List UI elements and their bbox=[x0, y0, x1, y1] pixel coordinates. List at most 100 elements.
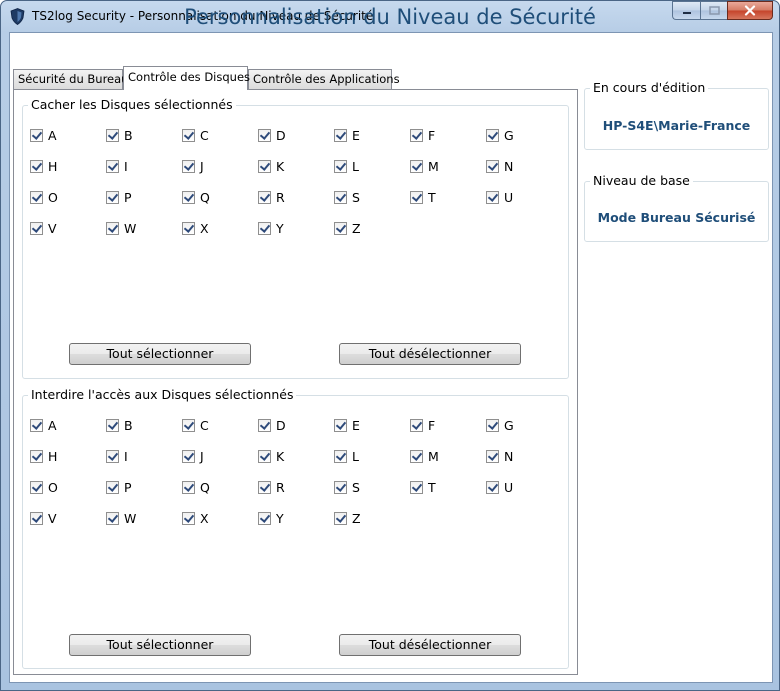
checkmark-icon[interactable] bbox=[30, 480, 43, 494]
checkmark-icon[interactable] bbox=[182, 480, 195, 494]
checkmark-icon[interactable] bbox=[106, 480, 119, 494]
deny-drive-f-checkbox[interactable]: F bbox=[410, 417, 435, 433]
deny-drive-m-checkbox[interactable]: M bbox=[410, 448, 439, 464]
deny-drive-w-checkbox[interactable]: W bbox=[106, 510, 136, 526]
deny-drive-h-checkbox[interactable]: H bbox=[30, 448, 57, 464]
deny-drive-y-checkbox[interactable]: Y bbox=[258, 510, 284, 526]
checkmark-icon[interactable] bbox=[30, 511, 43, 525]
checkmark-icon[interactable] bbox=[334, 128, 347, 142]
checkmark-icon[interactable] bbox=[106, 221, 119, 235]
hide-drive-n-checkbox[interactable]: N bbox=[486, 158, 513, 174]
hide-drive-q-checkbox[interactable]: Q bbox=[182, 189, 210, 205]
checkmark-icon[interactable] bbox=[486, 190, 499, 204]
checkmark-icon[interactable] bbox=[258, 128, 271, 142]
checkmark-icon[interactable] bbox=[486, 128, 499, 142]
checkmark-icon[interactable] bbox=[30, 190, 43, 204]
deny-drive-l-checkbox[interactable]: L bbox=[334, 448, 359, 464]
checkmark-icon[interactable] bbox=[30, 159, 43, 173]
checkmark-icon[interactable] bbox=[334, 159, 347, 173]
hide-drive-f-checkbox[interactable]: F bbox=[410, 127, 435, 143]
checkmark-icon[interactable] bbox=[258, 159, 271, 173]
hide-drive-e-checkbox[interactable]: E bbox=[334, 127, 360, 143]
checkmark-icon[interactable] bbox=[182, 190, 195, 204]
deny-drive-j-checkbox[interactable]: J bbox=[182, 448, 204, 464]
checkmark-icon[interactable] bbox=[30, 418, 43, 432]
checkmark-icon[interactable] bbox=[258, 190, 271, 204]
hide-drive-r-checkbox[interactable]: R bbox=[258, 189, 285, 205]
hide-drive-g-checkbox[interactable]: G bbox=[486, 127, 514, 143]
hide-drive-d-checkbox[interactable]: D bbox=[258, 127, 286, 143]
checkmark-icon[interactable] bbox=[182, 511, 195, 525]
checkmark-icon[interactable] bbox=[106, 159, 119, 173]
deny-drive-i-checkbox[interactable]: I bbox=[106, 448, 128, 464]
deny-deselect-all-button[interactable]: Tout désélectionner bbox=[339, 634, 521, 656]
checkmark-icon[interactable] bbox=[486, 449, 499, 463]
deny-drive-u-checkbox[interactable]: U bbox=[486, 479, 513, 495]
hide-drive-y-checkbox[interactable]: Y bbox=[258, 220, 284, 236]
checkmark-icon[interactable] bbox=[486, 418, 499, 432]
checkmark-icon[interactable] bbox=[410, 449, 423, 463]
checkmark-icon[interactable] bbox=[30, 221, 43, 235]
deny-drive-n-checkbox[interactable]: N bbox=[486, 448, 513, 464]
hide-drive-x-checkbox[interactable]: X bbox=[182, 220, 209, 236]
deny-drive-q-checkbox[interactable]: Q bbox=[182, 479, 210, 495]
tab-controle-disques[interactable]: Contrôle des Disques bbox=[123, 66, 250, 90]
checkmark-icon[interactable] bbox=[106, 128, 119, 142]
deny-drive-a-checkbox[interactable]: A bbox=[30, 417, 57, 433]
checkmark-icon[interactable] bbox=[334, 449, 347, 463]
hide-drive-c-checkbox[interactable]: C bbox=[182, 127, 209, 143]
deny-drive-r-checkbox[interactable]: R bbox=[258, 479, 285, 495]
deny-drive-s-checkbox[interactable]: S bbox=[334, 479, 360, 495]
checkmark-icon[interactable] bbox=[258, 480, 271, 494]
checkmark-icon[interactable] bbox=[410, 418, 423, 432]
deny-drive-p-checkbox[interactable]: P bbox=[106, 479, 132, 495]
hide-drive-z-checkbox[interactable]: Z bbox=[334, 220, 361, 236]
deny-drive-e-checkbox[interactable]: E bbox=[334, 417, 360, 433]
deny-drive-x-checkbox[interactable]: X bbox=[182, 510, 209, 526]
checkmark-icon[interactable] bbox=[410, 480, 423, 494]
checkmark-icon[interactable] bbox=[182, 128, 195, 142]
hide-drive-a-checkbox[interactable]: A bbox=[30, 127, 57, 143]
checkmark-icon[interactable] bbox=[182, 449, 195, 463]
checkmark-icon[interactable] bbox=[486, 480, 499, 494]
checkmark-icon[interactable] bbox=[410, 190, 423, 204]
deny-drive-z-checkbox[interactable]: Z bbox=[334, 510, 361, 526]
checkmark-icon[interactable] bbox=[106, 511, 119, 525]
deny-select-all-button[interactable]: Tout sélectionner bbox=[69, 634, 251, 656]
deny-drive-t-checkbox[interactable]: T bbox=[410, 479, 436, 495]
deny-drive-c-checkbox[interactable]: C bbox=[182, 417, 209, 433]
checkmark-icon[interactable] bbox=[30, 128, 43, 142]
checkmark-icon[interactable] bbox=[182, 418, 195, 432]
checkmark-icon[interactable] bbox=[182, 221, 195, 235]
deny-drive-o-checkbox[interactable]: O bbox=[30, 479, 58, 495]
hide-drive-s-checkbox[interactable]: S bbox=[334, 189, 360, 205]
hide-drive-j-checkbox[interactable]: J bbox=[182, 158, 204, 174]
checkmark-icon[interactable] bbox=[486, 159, 499, 173]
checkmark-icon[interactable] bbox=[258, 449, 271, 463]
hide-drive-v-checkbox[interactable]: V bbox=[30, 220, 57, 236]
checkmark-icon[interactable] bbox=[106, 190, 119, 204]
checkmark-icon[interactable] bbox=[334, 418, 347, 432]
checkmark-icon[interactable] bbox=[334, 511, 347, 525]
checkmark-icon[interactable] bbox=[30, 449, 43, 463]
deny-drive-v-checkbox[interactable]: V bbox=[30, 510, 57, 526]
checkmark-icon[interactable] bbox=[334, 221, 347, 235]
hide-drive-h-checkbox[interactable]: H bbox=[30, 158, 57, 174]
hide-drive-u-checkbox[interactable]: U bbox=[486, 189, 513, 205]
hide-drive-w-checkbox[interactable]: W bbox=[106, 220, 136, 236]
hide-drive-t-checkbox[interactable]: T bbox=[410, 189, 436, 205]
hide-drive-k-checkbox[interactable]: K bbox=[258, 158, 284, 174]
deny-drive-k-checkbox[interactable]: K bbox=[258, 448, 284, 464]
deny-drive-d-checkbox[interactable]: D bbox=[258, 417, 286, 433]
hide-drive-i-checkbox[interactable]: I bbox=[106, 158, 128, 174]
deny-drive-g-checkbox[interactable]: G bbox=[486, 417, 514, 433]
checkmark-icon[interactable] bbox=[410, 159, 423, 173]
checkmark-icon[interactable] bbox=[258, 418, 271, 432]
hide-drive-o-checkbox[interactable]: O bbox=[30, 189, 58, 205]
checkmark-icon[interactable] bbox=[258, 511, 271, 525]
checkmark-icon[interactable] bbox=[106, 418, 119, 432]
checkmark-icon[interactable] bbox=[334, 480, 347, 494]
hide-deselect-all-button[interactable]: Tout désélectionner bbox=[339, 343, 521, 365]
checkmark-icon[interactable] bbox=[334, 190, 347, 204]
checkmark-icon[interactable] bbox=[410, 128, 423, 142]
